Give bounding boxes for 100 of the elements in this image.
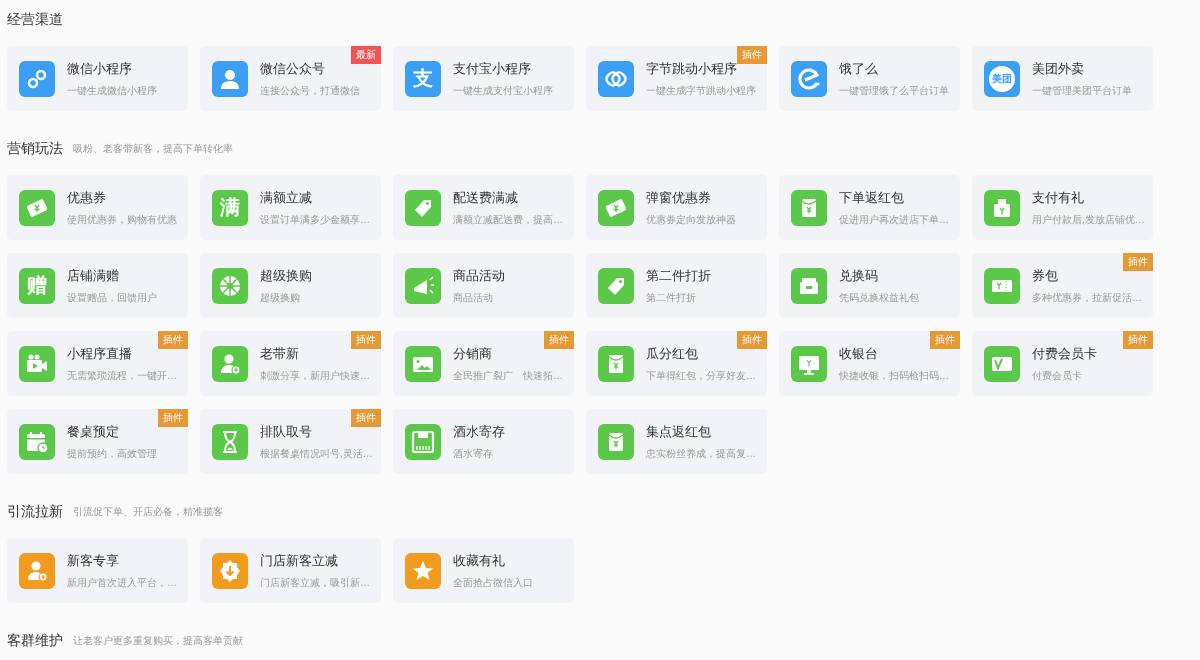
card-badge: 插件 bbox=[1123, 331, 1153, 349]
card-title: 兑换码 bbox=[839, 266, 879, 285]
feature-card[interactable]: 插件 餐桌预定 提前预约，高效管理 bbox=[7, 409, 188, 474]
card-description: 根据餐桌情况叫号,灵活… bbox=[260, 446, 373, 461]
card-description: 多种优惠券，拉新促活… bbox=[1032, 290, 1142, 305]
section-subtitle: 吸粉、老客带新客，提高下单转化率 bbox=[73, 142, 233, 156]
feature-card[interactable]: 配送费满减 满额立减配送费，提高… bbox=[393, 175, 574, 240]
feature-card[interactable]: 最新 微信公众号 连接公众号，打通微信 bbox=[200, 46, 381, 111]
card-title: 美团外卖 bbox=[1032, 59, 1085, 78]
card-description: 全面抢占微信入口 bbox=[453, 575, 533, 590]
card-badge: 插件 bbox=[158, 409, 188, 427]
card-title: 店铺满赠 bbox=[67, 266, 120, 285]
card-title: 收银台 bbox=[839, 344, 879, 363]
card-description: 提前预约，高效管理 bbox=[67, 446, 157, 461]
card-badge: 最新 bbox=[351, 46, 381, 64]
card-description: 新用户首次进入平台，… bbox=[67, 575, 177, 590]
feature-card[interactable]: 收藏有礼 全面抢占微信入口 bbox=[393, 538, 574, 603]
card-description: 满额立减配送费，提高… bbox=[453, 212, 563, 227]
feature-card[interactable]: 插件 付费会员卡 付费会员卡 bbox=[972, 331, 1153, 396]
card-badge: 插件 bbox=[737, 46, 767, 64]
feature-card[interactable]: 插件 收银台 快捷收银，扫码枪扫码… bbox=[779, 331, 960, 396]
feature-card[interactable]: 集点返红包 忠实粉丝养成，提高复… bbox=[586, 409, 767, 474]
card-title: 满额立减 bbox=[260, 188, 313, 207]
card-description: 使用优惠券，购物有优惠 bbox=[67, 212, 177, 227]
card-title: 超级换购 bbox=[260, 266, 312, 285]
feature-card[interactable]: 赠 店铺满赠 设置赠品，回馈用户 bbox=[7, 253, 188, 318]
feature-card[interactable]: 弹窗优惠券 优惠券定向发放神器 bbox=[586, 175, 767, 240]
feature-card[interactable]: 插件 排队取号 根据餐桌情况叫号,灵活… bbox=[200, 409, 381, 474]
feature-card[interactable]: 酒水寄存 酒水寄存 bbox=[393, 409, 574, 474]
logo-icon: 美团 bbox=[984, 60, 1020, 97]
card-title: 餐桌预定 bbox=[67, 422, 120, 441]
section-title: 客群维护 bbox=[7, 632, 63, 650]
feature-card[interactable]: 第二件打折 第二件打折 bbox=[586, 253, 767, 318]
card-title: 优惠券 bbox=[67, 188, 107, 207]
card-description: 第二件打折 bbox=[646, 290, 697, 305]
card-badge: 插件 bbox=[930, 331, 960, 349]
feature-card[interactable]: 兑换码 凭码兑换权益礼包 bbox=[779, 253, 960, 318]
feature-card[interactable]: 插件 瓜分红包 下单得红包，分享好友… bbox=[586, 331, 767, 396]
card-title: 微信公众号 bbox=[260, 59, 326, 78]
section-title: 经营渠道 bbox=[7, 11, 63, 29]
card-title: 排队取号 bbox=[260, 422, 313, 441]
character-icon: 支 bbox=[405, 60, 441, 97]
card-title: 下单返红包 bbox=[839, 188, 905, 207]
card-title: 酒水寄存 bbox=[453, 422, 505, 441]
character-icon: 赠 bbox=[19, 267, 55, 304]
card-title: 支付宝小程序 bbox=[453, 59, 532, 78]
card-description: 刺激分享，新用户快速… bbox=[260, 368, 370, 383]
card-title: 集点返红包 bbox=[646, 422, 712, 441]
feature-card[interactable]: 优惠券 使用优惠券，购物有优惠 bbox=[7, 175, 188, 240]
feature-card[interactable]: 商品活动 商品活动 bbox=[393, 253, 574, 318]
card-title: 瓜分红包 bbox=[646, 344, 699, 363]
feature-card[interactable]: 下单返红包 促进用户再次进店下单… bbox=[779, 175, 960, 240]
feature-card[interactable]: 插件 老带新 刺激分享，新用户快速… bbox=[200, 331, 381, 396]
card-title: 付费会员卡 bbox=[1032, 344, 1097, 363]
card-title: 商品活动 bbox=[453, 266, 505, 285]
card-title: 支付有礼 bbox=[1032, 188, 1085, 207]
card-title: 新客专享 bbox=[67, 551, 120, 570]
card-badge: 插件 bbox=[544, 331, 574, 349]
card-description: 下单得红包，分享好友… bbox=[646, 368, 756, 383]
section-title: 营销玩法 bbox=[7, 140, 63, 158]
feature-card[interactable]: 插件 券包 多种优惠券，拉新促活… bbox=[972, 253, 1153, 318]
card-title: 饿了么 bbox=[839, 59, 879, 78]
card-title: 收藏有礼 bbox=[453, 551, 506, 570]
card-description: 酒水寄存 bbox=[453, 446, 494, 461]
card-description: 促进用户再次进店下单… bbox=[839, 212, 949, 227]
card-description: 快捷收银，扫码枪扫码… bbox=[839, 368, 949, 383]
card-description: 优惠券定向发放神器 bbox=[646, 212, 736, 227]
feature-card[interactable]: 插件 分销商 全民推广裂广 快速拓… bbox=[393, 331, 574, 396]
card-title: 微信小程序 bbox=[67, 59, 133, 78]
card-title: 门店新客立减 bbox=[260, 551, 339, 570]
card-description: 全民推广裂广 快速拓… bbox=[453, 368, 563, 383]
feature-card[interactable]: 超级换购 超级换购 bbox=[200, 253, 381, 318]
card-title: 配送费满减 bbox=[453, 188, 519, 207]
feature-card[interactable]: 满 满额立减 设置订单满多少金额享… bbox=[200, 175, 381, 240]
card-description: 门店新客立减，吸引新… bbox=[260, 575, 370, 590]
card-description: 超级换购 bbox=[260, 290, 301, 305]
card-title: 老带新 bbox=[260, 344, 300, 363]
card-description: 设置赠品，回馈用户 bbox=[67, 290, 157, 305]
card-badge: 插件 bbox=[351, 331, 381, 349]
feature-card[interactable]: 支付有礼 用户付款后,发放店铺优… bbox=[972, 175, 1153, 240]
card-description: 忠实粉丝养成，提高复… bbox=[646, 446, 756, 461]
card-description: 凭码兑换权益礼包 bbox=[839, 290, 919, 305]
section-subtitle: 引流促下单、开店必备，精准揽客 bbox=[73, 505, 223, 519]
card-title: 小程序直播 bbox=[67, 344, 133, 363]
card-title: 分销商 bbox=[453, 344, 493, 363]
character-icon: 满 bbox=[212, 189, 248, 226]
card-description: 付费会员卡 bbox=[1032, 368, 1083, 383]
card-badge: 插件 bbox=[351, 409, 381, 427]
section-title: 引流拉新 bbox=[7, 503, 63, 521]
card-description: 用户付款后,发放店铺优… bbox=[1032, 212, 1145, 227]
card-description: 设置订单满多少金额享… bbox=[260, 212, 370, 227]
card-title: 弹窗优惠券 bbox=[646, 188, 712, 207]
card-title: 券包 bbox=[1032, 266, 1059, 285]
feature-card[interactable]: 新客专享 新用户首次进入平台，… bbox=[7, 538, 188, 603]
card-title: 字节跳动小程序 bbox=[646, 59, 738, 78]
card-badge: 插件 bbox=[1123, 253, 1153, 271]
card-description: 商品活动 bbox=[453, 290, 494, 305]
feature-card[interactable]: 门店新客立减 门店新客立减，吸引新… bbox=[200, 538, 381, 603]
card-badge: 插件 bbox=[737, 331, 767, 349]
card-badge: 插件 bbox=[158, 331, 188, 349]
